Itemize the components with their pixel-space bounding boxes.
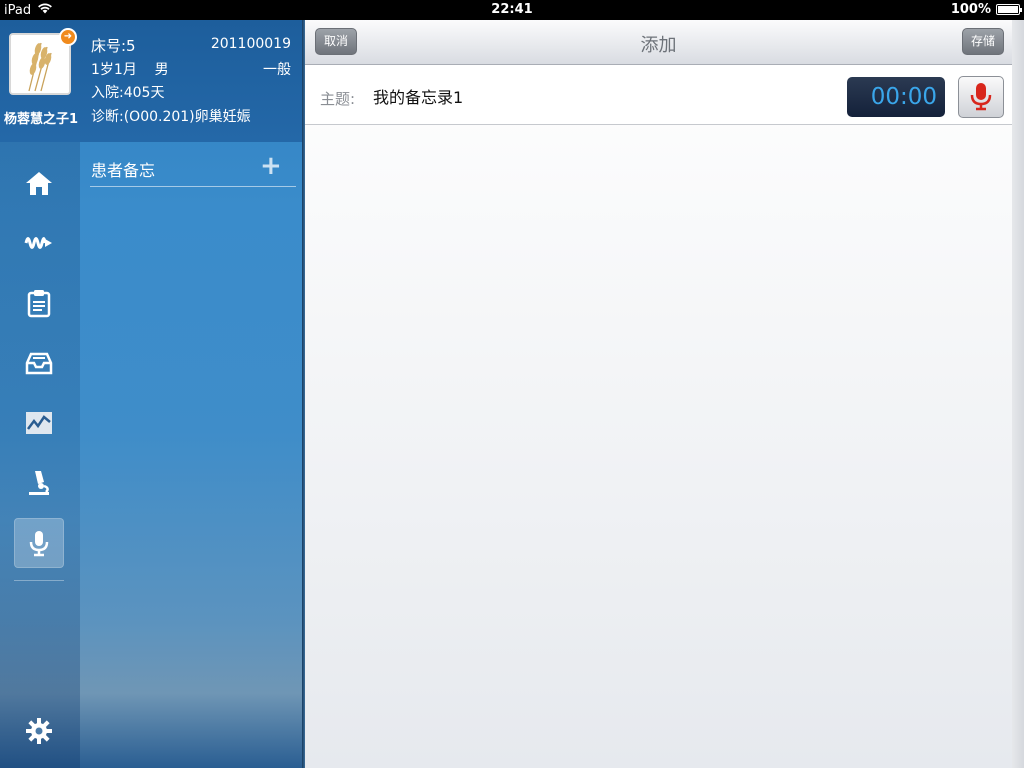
save-button[interactable]: 存储 <box>961 28 1004 55</box>
record-button[interactable] <box>958 76 1004 118</box>
care-grade: 一般 <box>263 62 291 78</box>
record-id: 201100019 <box>210 36 291 52</box>
nav-separator <box>14 580 64 581</box>
patient-name: 杨蓉慧之子1 <box>3 112 79 127</box>
battery-icon <box>996 4 1022 15</box>
microscope-icon[interactable] <box>14 458 64 508</box>
trend-chart-icon[interactable] <box>14 398 64 448</box>
vital-signs-icon[interactable] <box>14 218 64 268</box>
admission-days: 入院:405天 <box>91 85 165 101</box>
editor-navbar: 取消 添加 存储 <box>305 20 1012 65</box>
section-divider <box>90 186 296 187</box>
age-sex: 1岁1月 男 <box>91 62 169 78</box>
nav-icon-bar <box>0 142 80 768</box>
subject-label: 主题: <box>320 90 356 108</box>
microphone-icon[interactable] <box>14 518 64 568</box>
bed-number: 床号:5 <box>91 37 136 55</box>
patient-sidebar: ➜ 杨蓉慧之子1 床号:5 201100019 1岁1月 男 一般 入院:405… <box>0 20 302 768</box>
clipboard-icon[interactable] <box>14 278 64 328</box>
subject-input[interactable] <box>373 86 833 105</box>
diagnosis: 诊断:(O00.201)卵巢妊娠 <box>91 109 251 125</box>
battery-percent: 100% <box>950 2 991 17</box>
home-icon[interactable] <box>14 158 64 208</box>
patient-header: ➜ 杨蓉慧之子1 床号:5 201100019 1岁1月 男 一般 入院:405… <box>0 20 302 142</box>
inbox-tray-icon[interactable] <box>14 338 64 388</box>
right-edge <box>1012 20 1024 768</box>
clock: 22:41 <box>491 2 533 17</box>
status-bar: iPad 22:41 100% <box>0 0 1024 20</box>
arrow-right-icon[interactable]: ➜ <box>59 28 77 46</box>
page-title: 添加 <box>640 35 677 56</box>
memo-editor: 取消 添加 存储 主题: 00:00 <box>305 20 1012 768</box>
subject-row: 主题: 00:00 <box>305 65 1012 125</box>
recording-timer: 00:00 <box>847 77 945 117</box>
wheat-image <box>11 35 69 93</box>
section-title: 患者备忘 <box>91 161 156 180</box>
add-memo-button[interactable]: + <box>260 153 282 179</box>
settings-gear-icon[interactable] <box>14 706 64 756</box>
red-microphone-icon <box>970 83 992 111</box>
